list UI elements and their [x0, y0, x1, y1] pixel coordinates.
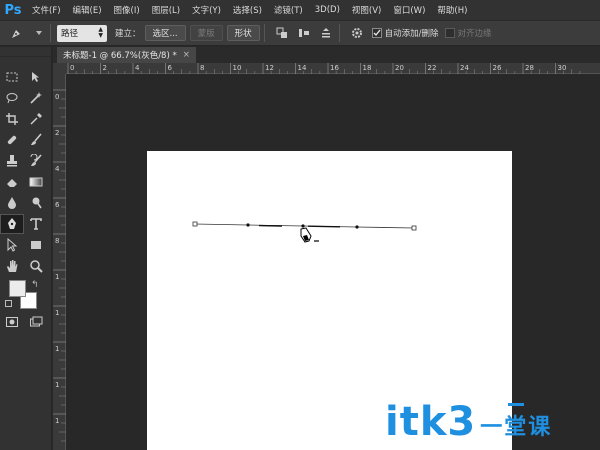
pen-cursor-icon [300, 227, 319, 243]
watermark-logo: itk3 一堂课 [385, 395, 552, 449]
anchor-point[interactable] [301, 224, 305, 228]
path-segment [194, 223, 249, 226]
anchor-point[interactable] [246, 223, 250, 227]
direction-handle [307, 225, 341, 228]
work-path [192, 221, 417, 243]
watermark-sub-text: 一堂课 [480, 415, 553, 440]
watermark-dash [508, 403, 525, 406]
anchor-point[interactable] [411, 225, 417, 231]
anchor-point[interactable] [355, 225, 359, 229]
path-segment [356, 226, 415, 229]
watermark-main-text: itk3 [385, 399, 477, 445]
watermark-sub: 一堂课 [480, 403, 552, 441]
foreground-color-swatch[interactable] [9, 280, 26, 297]
anchor-point[interactable] [192, 221, 198, 227]
